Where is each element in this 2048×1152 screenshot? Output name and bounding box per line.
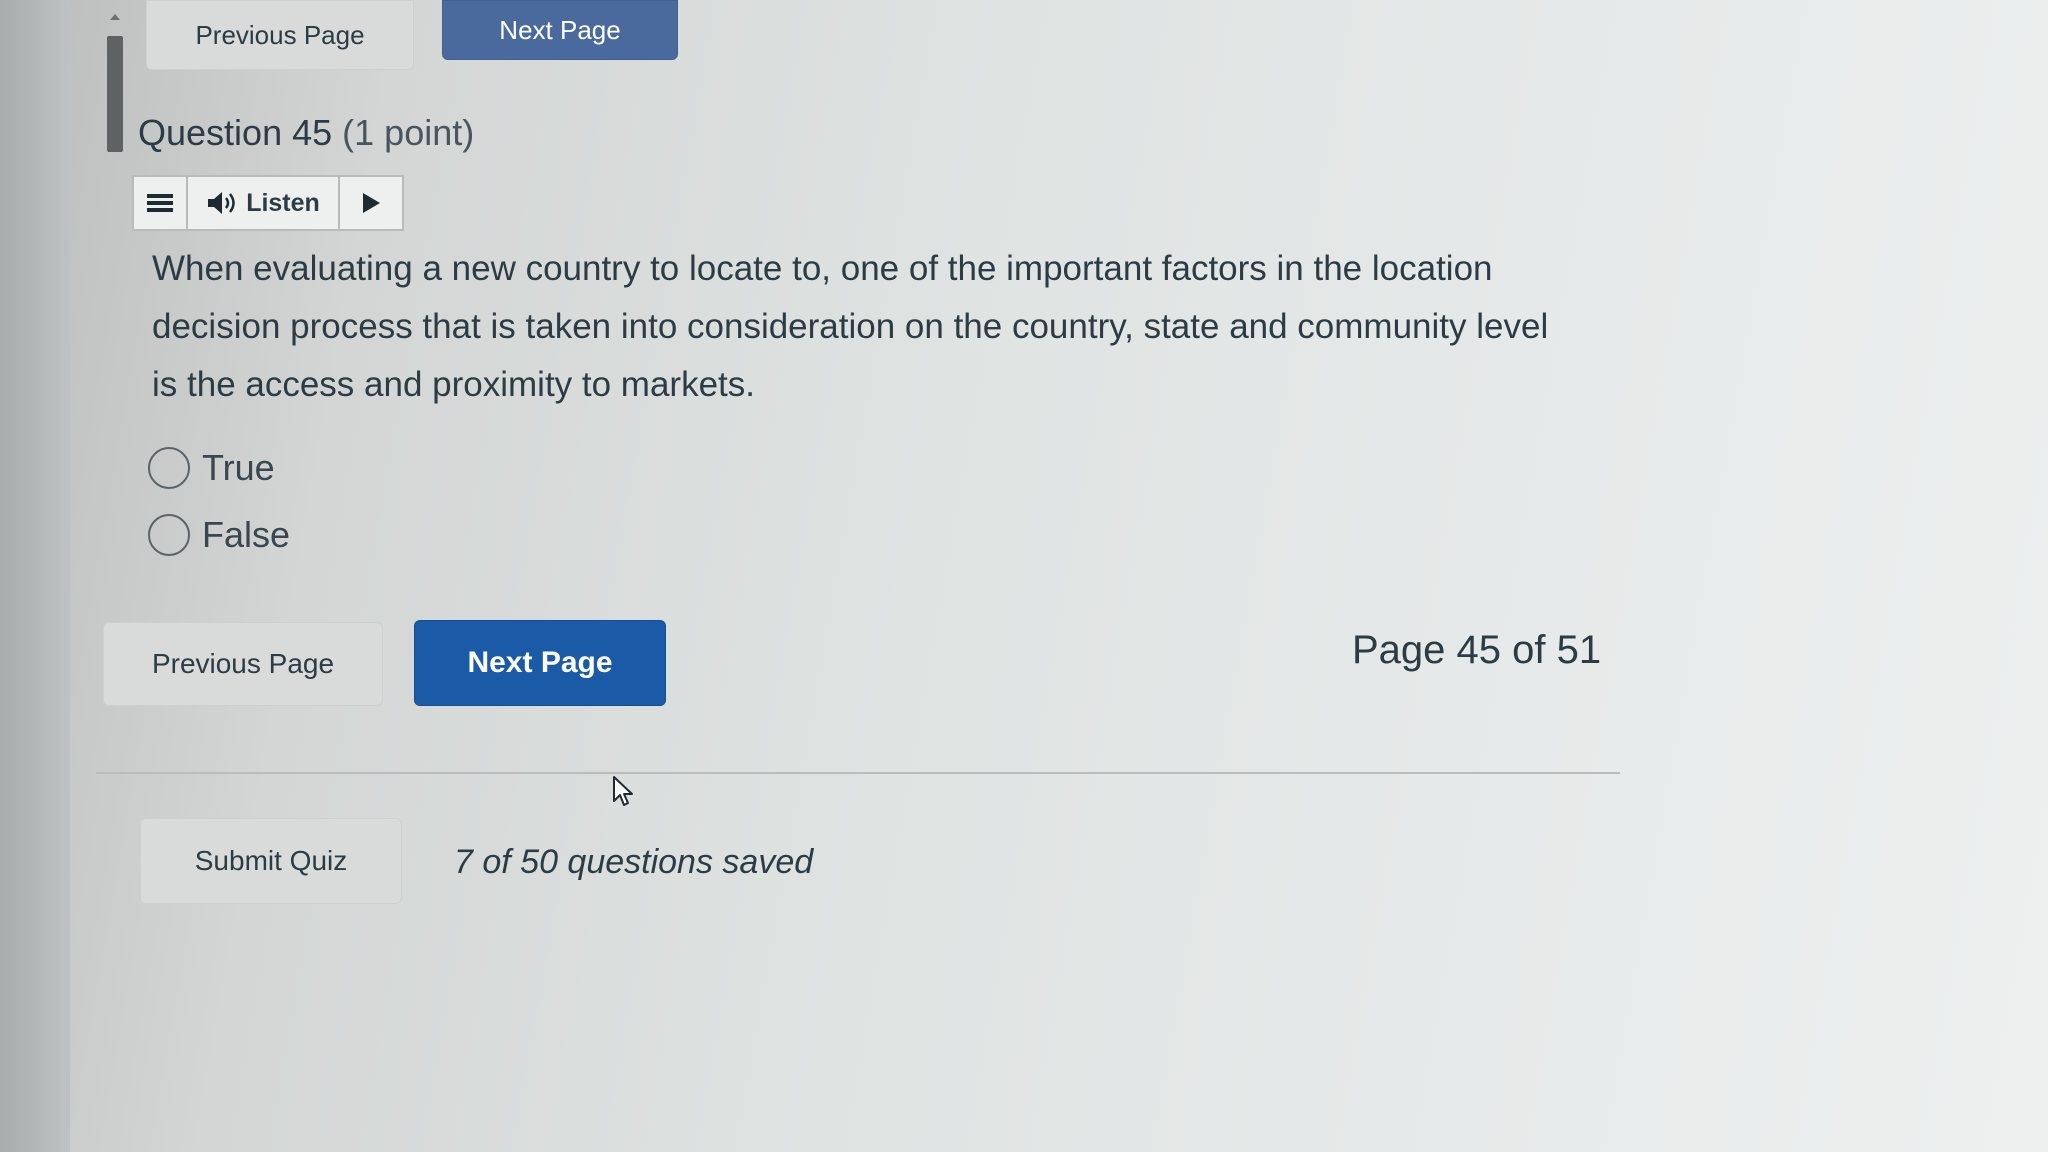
mouse-pointer-icon [613, 776, 633, 806]
listen-toolbar: Listen [132, 175, 404, 231]
next-page-button[interactable]: Next Page [414, 620, 666, 706]
submit-quiz-button[interactable]: Submit Quiz [140, 818, 402, 904]
answer-label-false: False [202, 514, 291, 555]
page-indicator: Page 45 of 51 [1352, 628, 1602, 672]
question-points: (1 point) [342, 112, 475, 153]
play-icon [363, 193, 380, 213]
question-text: When evaluating a new country to locate … [152, 249, 1549, 404]
scrollbar-thumb[interactable] [107, 36, 123, 152]
top-next-page-button[interactable]: Next Page [442, 0, 678, 60]
listen-menu-button[interactable] [134, 177, 188, 229]
top-previous-page-button[interactable]: Previous Page [146, 0, 414, 70]
scroll-up-arrow-icon[interactable] [110, 14, 120, 20]
listen-button[interactable]: Listen [188, 177, 340, 229]
listen-label: Listen [246, 188, 320, 217]
answer-label-true: True [202, 447, 275, 488]
answer-option-false[interactable]: False [148, 514, 290, 556]
scrollbar[interactable] [104, 14, 126, 154]
radio-button-false[interactable] [148, 514, 190, 556]
answer-option-true[interactable]: True [148, 447, 275, 489]
section-divider [96, 772, 1620, 774]
speaker-icon [208, 192, 235, 214]
question-title: Question 45 (1 point) [138, 112, 474, 154]
play-button[interactable] [340, 177, 402, 229]
radio-button-true[interactable] [148, 447, 190, 489]
hamburger-menu-icon [147, 194, 173, 212]
previous-page-button[interactable]: Previous Page [103, 622, 383, 706]
page-left-edge [0, 0, 70, 1152]
question-number: Question 45 [138, 112, 333, 153]
saved-status: 7 of 50 questions saved [454, 843, 814, 881]
